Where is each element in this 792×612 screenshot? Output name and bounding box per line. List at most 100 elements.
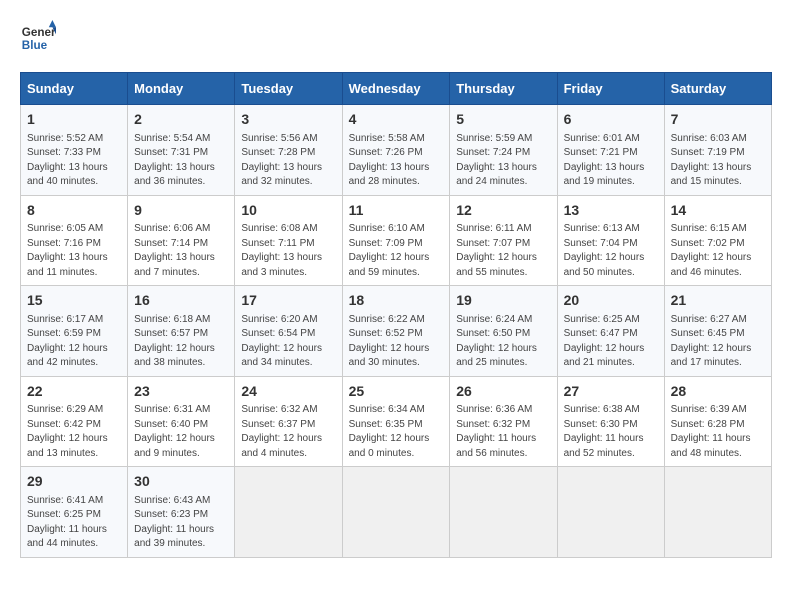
day-number: 13 bbox=[564, 201, 658, 221]
calendar-cell: 27Sunrise: 6:38 AM Sunset: 6:30 PM Dayli… bbox=[557, 376, 664, 467]
day-info: Sunrise: 6:32 AM Sunset: 6:37 PM Dayligh… bbox=[241, 403, 335, 461]
logo: General Blue bbox=[20, 20, 56, 56]
calendar-cell: 5Sunrise: 5:59 AM Sunset: 7:24 PM Daylig… bbox=[450, 105, 557, 196]
calendar-week-row: 29Sunrise: 6:41 AM Sunset: 6:25 PM Dayli… bbox=[21, 467, 772, 558]
day-number: 14 bbox=[671, 201, 765, 221]
day-info: Sunrise: 6:10 AM Sunset: 7:09 PM Dayligh… bbox=[349, 222, 444, 280]
weekday-header-tuesday: Tuesday bbox=[235, 73, 342, 105]
day-number: 2 bbox=[134, 110, 228, 130]
calendar-cell bbox=[235, 467, 342, 558]
day-info: Sunrise: 6:13 AM Sunset: 7:04 PM Dayligh… bbox=[564, 222, 658, 280]
weekday-header-friday: Friday bbox=[557, 73, 664, 105]
calendar-week-row: 22Sunrise: 6:29 AM Sunset: 6:42 PM Dayli… bbox=[21, 376, 772, 467]
day-info: Sunrise: 6:36 AM Sunset: 6:32 PM Dayligh… bbox=[456, 403, 550, 461]
calendar-cell bbox=[342, 467, 450, 558]
svg-text:General: General bbox=[22, 26, 56, 39]
day-info: Sunrise: 6:43 AM Sunset: 6:23 PM Dayligh… bbox=[134, 494, 228, 552]
calendar-week-row: 8Sunrise: 6:05 AM Sunset: 7:16 PM Daylig… bbox=[21, 195, 772, 286]
calendar-cell: 21Sunrise: 6:27 AM Sunset: 6:45 PM Dayli… bbox=[664, 286, 771, 377]
day-number: 12 bbox=[456, 201, 550, 221]
calendar-cell: 19Sunrise: 6:24 AM Sunset: 6:50 PM Dayli… bbox=[450, 286, 557, 377]
calendar-cell: 2Sunrise: 5:54 AM Sunset: 7:31 PM Daylig… bbox=[128, 105, 235, 196]
day-info: Sunrise: 5:59 AM Sunset: 7:24 PM Dayligh… bbox=[456, 132, 550, 190]
calendar-body: 1Sunrise: 5:52 AM Sunset: 7:33 PM Daylig… bbox=[21, 105, 772, 558]
calendar-table: SundayMondayTuesdayWednesdayThursdayFrid… bbox=[20, 72, 772, 558]
calendar-cell: 17Sunrise: 6:20 AM Sunset: 6:54 PM Dayli… bbox=[235, 286, 342, 377]
day-info: Sunrise: 6:34 AM Sunset: 6:35 PM Dayligh… bbox=[349, 403, 444, 461]
day-info: Sunrise: 5:58 AM Sunset: 7:26 PM Dayligh… bbox=[349, 132, 444, 190]
day-number: 23 bbox=[134, 382, 228, 402]
day-info: Sunrise: 6:41 AM Sunset: 6:25 PM Dayligh… bbox=[27, 494, 121, 552]
weekday-header-monday: Monday bbox=[128, 73, 235, 105]
day-number: 5 bbox=[456, 110, 550, 130]
calendar-cell: 11Sunrise: 6:10 AM Sunset: 7:09 PM Dayli… bbox=[342, 195, 450, 286]
calendar-cell: 9Sunrise: 6:06 AM Sunset: 7:14 PM Daylig… bbox=[128, 195, 235, 286]
day-number: 6 bbox=[564, 110, 658, 130]
calendar-cell: 8Sunrise: 6:05 AM Sunset: 7:16 PM Daylig… bbox=[21, 195, 128, 286]
day-number: 24 bbox=[241, 382, 335, 402]
calendar-cell: 15Sunrise: 6:17 AM Sunset: 6:59 PM Dayli… bbox=[21, 286, 128, 377]
day-info: Sunrise: 6:24 AM Sunset: 6:50 PM Dayligh… bbox=[456, 313, 550, 371]
svg-text:Blue: Blue bbox=[22, 39, 48, 52]
day-number: 17 bbox=[241, 291, 335, 311]
logo-icon: General Blue bbox=[20, 20, 56, 56]
day-info: Sunrise: 6:20 AM Sunset: 6:54 PM Dayligh… bbox=[241, 313, 335, 371]
calendar-cell: 23Sunrise: 6:31 AM Sunset: 6:40 PM Dayli… bbox=[128, 376, 235, 467]
day-number: 27 bbox=[564, 382, 658, 402]
calendar-cell: 22Sunrise: 6:29 AM Sunset: 6:42 PM Dayli… bbox=[21, 376, 128, 467]
calendar-cell: 12Sunrise: 6:11 AM Sunset: 7:07 PM Dayli… bbox=[450, 195, 557, 286]
day-number: 19 bbox=[456, 291, 550, 311]
calendar-cell: 18Sunrise: 6:22 AM Sunset: 6:52 PM Dayli… bbox=[342, 286, 450, 377]
day-number: 10 bbox=[241, 201, 335, 221]
calendar-cell: 28Sunrise: 6:39 AM Sunset: 6:28 PM Dayli… bbox=[664, 376, 771, 467]
day-info: Sunrise: 5:56 AM Sunset: 7:28 PM Dayligh… bbox=[241, 132, 335, 190]
day-info: Sunrise: 6:39 AM Sunset: 6:28 PM Dayligh… bbox=[671, 403, 765, 461]
day-number: 16 bbox=[134, 291, 228, 311]
day-number: 21 bbox=[671, 291, 765, 311]
day-info: Sunrise: 6:25 AM Sunset: 6:47 PM Dayligh… bbox=[564, 313, 658, 371]
calendar-cell: 30Sunrise: 6:43 AM Sunset: 6:23 PM Dayli… bbox=[128, 467, 235, 558]
weekday-header-wednesday: Wednesday bbox=[342, 73, 450, 105]
day-number: 9 bbox=[134, 201, 228, 221]
day-number: 8 bbox=[27, 201, 121, 221]
day-info: Sunrise: 6:15 AM Sunset: 7:02 PM Dayligh… bbox=[671, 222, 765, 280]
calendar-cell: 6Sunrise: 6:01 AM Sunset: 7:21 PM Daylig… bbox=[557, 105, 664, 196]
day-number: 11 bbox=[349, 201, 444, 221]
page-header: General Blue bbox=[20, 20, 772, 56]
calendar-week-row: 15Sunrise: 6:17 AM Sunset: 6:59 PM Dayli… bbox=[21, 286, 772, 377]
day-info: Sunrise: 6:06 AM Sunset: 7:14 PM Dayligh… bbox=[134, 222, 228, 280]
calendar-cell: 24Sunrise: 6:32 AM Sunset: 6:37 PM Dayli… bbox=[235, 376, 342, 467]
day-number: 22 bbox=[27, 382, 121, 402]
weekday-header-row: SundayMondayTuesdayWednesdayThursdayFrid… bbox=[21, 73, 772, 105]
weekday-header-sunday: Sunday bbox=[21, 73, 128, 105]
day-info: Sunrise: 6:03 AM Sunset: 7:19 PM Dayligh… bbox=[671, 132, 765, 190]
day-number: 3 bbox=[241, 110, 335, 130]
day-number: 18 bbox=[349, 291, 444, 311]
day-number: 26 bbox=[456, 382, 550, 402]
day-number: 28 bbox=[671, 382, 765, 402]
calendar-cell: 3Sunrise: 5:56 AM Sunset: 7:28 PM Daylig… bbox=[235, 105, 342, 196]
calendar-cell: 10Sunrise: 6:08 AM Sunset: 7:11 PM Dayli… bbox=[235, 195, 342, 286]
day-number: 4 bbox=[349, 110, 444, 130]
day-number: 20 bbox=[564, 291, 658, 311]
weekday-header-thursday: Thursday bbox=[450, 73, 557, 105]
day-info: Sunrise: 6:27 AM Sunset: 6:45 PM Dayligh… bbox=[671, 313, 765, 371]
day-info: Sunrise: 6:08 AM Sunset: 7:11 PM Dayligh… bbox=[241, 222, 335, 280]
day-number: 15 bbox=[27, 291, 121, 311]
day-number: 29 bbox=[27, 472, 121, 492]
day-info: Sunrise: 6:29 AM Sunset: 6:42 PM Dayligh… bbox=[27, 403, 121, 461]
calendar-cell bbox=[450, 467, 557, 558]
calendar-cell bbox=[557, 467, 664, 558]
calendar-cell: 1Sunrise: 5:52 AM Sunset: 7:33 PM Daylig… bbox=[21, 105, 128, 196]
weekday-header-saturday: Saturday bbox=[664, 73, 771, 105]
calendar-cell: 7Sunrise: 6:03 AM Sunset: 7:19 PM Daylig… bbox=[664, 105, 771, 196]
calendar-cell: 26Sunrise: 6:36 AM Sunset: 6:32 PM Dayli… bbox=[450, 376, 557, 467]
day-info: Sunrise: 6:22 AM Sunset: 6:52 PM Dayligh… bbox=[349, 313, 444, 371]
day-info: Sunrise: 6:31 AM Sunset: 6:40 PM Dayligh… bbox=[134, 403, 228, 461]
calendar-cell: 16Sunrise: 6:18 AM Sunset: 6:57 PM Dayli… bbox=[128, 286, 235, 377]
calendar-cell: 29Sunrise: 6:41 AM Sunset: 6:25 PM Dayli… bbox=[21, 467, 128, 558]
day-info: Sunrise: 5:54 AM Sunset: 7:31 PM Dayligh… bbox=[134, 132, 228, 190]
calendar-cell: 14Sunrise: 6:15 AM Sunset: 7:02 PM Dayli… bbox=[664, 195, 771, 286]
calendar-cell: 20Sunrise: 6:25 AM Sunset: 6:47 PM Dayli… bbox=[557, 286, 664, 377]
day-info: Sunrise: 6:01 AM Sunset: 7:21 PM Dayligh… bbox=[564, 132, 658, 190]
